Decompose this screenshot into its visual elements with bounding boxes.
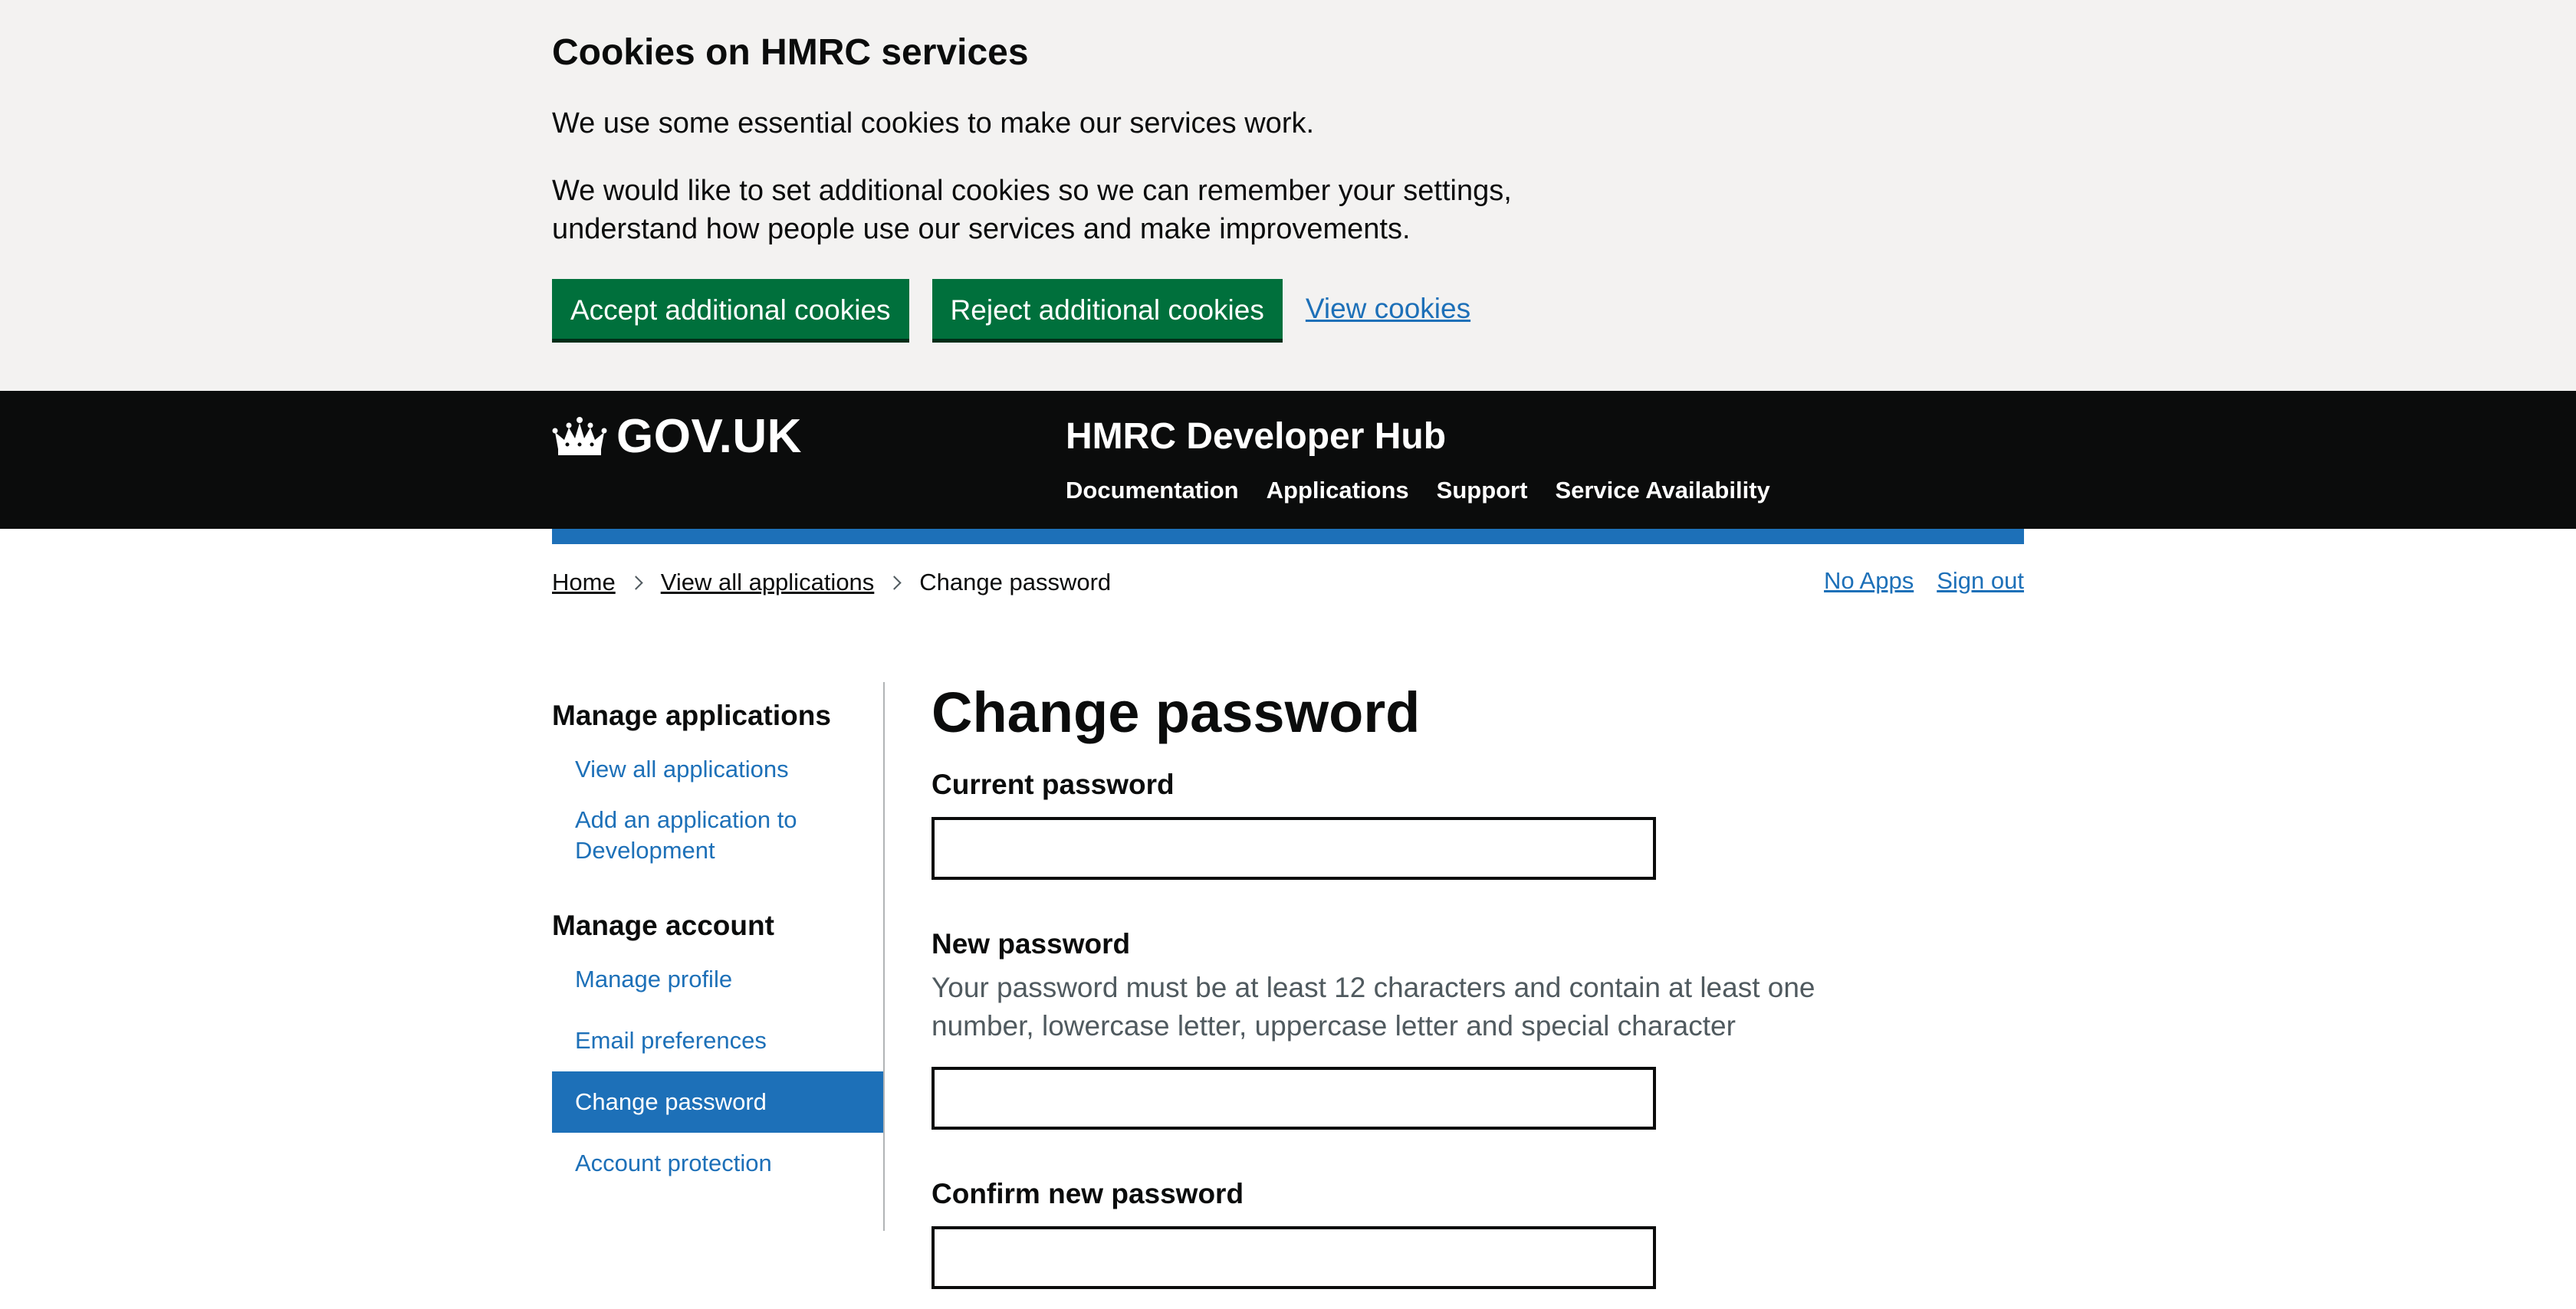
current-password-input[interactable] [932,817,1656,880]
govuk-logo-text: GOV.UK [616,410,802,463]
breadcrumb: Home View all applications Change passwo… [552,566,1111,599]
chevron-right-icon [629,575,643,590]
breadcrumb-view-all-applications[interactable]: View all applications [661,566,875,599]
accept-cookies-button[interactable]: Accept additional cookies [552,279,909,339]
sign-out-link[interactable]: Sign out [1937,564,2024,598]
govuk-logo[interactable]: GOV.UK [552,405,802,469]
side-item-view-all-applications[interactable]: View all applications [552,739,883,800]
reject-cookies-button[interactable]: Reject additional cookies [932,279,1283,339]
side-item-change-password[interactable]: Change password [552,1071,883,1133]
crown-icon [552,417,607,455]
nav-item-applications[interactable]: Applications [1267,475,1409,506]
user-links: No Apps Sign out [1801,564,2024,598]
new-password-hint: Your password must be at least 12 charac… [932,972,1815,1042]
nav-item-documentation[interactable]: Documentation [1066,475,1239,506]
site-header: GOV.UK HMRC Developer Hub Documentation … [0,391,2576,529]
cookie-banner-title: Cookies on HMRC services [552,32,1029,73]
breadcrumb-current: Change password [919,569,1112,595]
cookie-banner-text-additional: We would like to set additional cookies … [552,175,1512,245]
nav-item-service-availability[interactable]: Service Availability [1555,475,1769,506]
new-password-label: New password [932,928,1131,960]
side-item-manage-profile[interactable]: Manage profile [552,949,883,1010]
confirm-password-input[interactable] [932,1226,1656,1289]
current-password-label: Current password [932,769,1175,800]
side-item-add-application[interactable]: Add an application to Development [552,800,883,881]
cookie-banner-content: Cookies on HMRC services We use some ess… [552,29,1549,339]
view-cookies-link[interactable]: View cookies [1306,292,1470,326]
manage-applications-heading: Manage applications [552,700,831,731]
cookie-banner-actions: Accept additional cookies Reject additio… [552,279,1549,339]
no-apps-link[interactable]: No Apps [1824,564,1914,598]
cookie-banner: Cookies on HMRC services We use some ess… [0,0,2576,391]
main-navigation: Documentation Applications Support Servi… [1066,475,1798,506]
account-menu: Manage profile Email preferences Change … [552,949,883,1194]
page-title: Change password [932,681,1421,744]
header-accent-bar [552,529,2024,544]
applications-menu: View all applications Add an application… [552,739,883,881]
chevron-right-icon [887,575,902,590]
side-navigation: Manage applications View all application… [552,682,885,1231]
confirm-password-label: Confirm new password [932,1178,1244,1209]
nav-item-support[interactable]: Support [1437,475,1528,506]
side-item-account-protection[interactable]: Account protection [552,1133,883,1194]
side-item-email-preferences[interactable]: Email preferences [552,1010,883,1071]
manage-account-heading: Manage account [552,910,774,941]
cookie-banner-text-essential: We use some essential cookies to make ou… [552,107,1315,139]
new-password-input[interactable] [932,1067,1656,1130]
service-name[interactable]: HMRC Developer Hub [1066,405,1446,469]
main-content: Change password Current password New pas… [932,674,1852,1289]
breadcrumb-home[interactable]: Home [552,566,616,599]
